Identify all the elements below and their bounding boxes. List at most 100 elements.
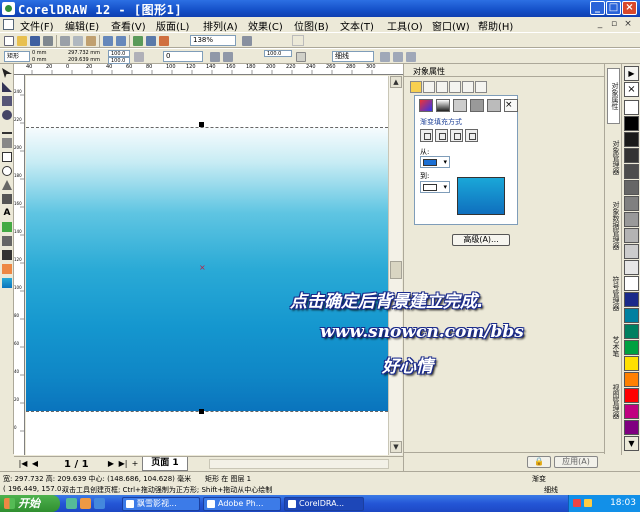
last-page-button[interactable]: ▶| bbox=[118, 459, 128, 469]
side-tab-object-data[interactable]: 对象数据管理器 bbox=[607, 190, 620, 260]
internet-tab-icon[interactable] bbox=[462, 81, 474, 93]
palette-swatch[interactable] bbox=[624, 308, 639, 323]
gradient-rectangle[interactable] bbox=[26, 128, 388, 411]
no-color-swatch[interactable]: × bbox=[624, 82, 639, 97]
maximize-button[interactable]: □ bbox=[606, 1, 621, 15]
palette-swatch[interactable] bbox=[624, 212, 639, 227]
side-tab-object-manager[interactable]: 对象管理器 bbox=[607, 128, 620, 186]
rotation-field[interactable]: 0 bbox=[163, 51, 203, 62]
palette-swatch[interactable] bbox=[624, 356, 639, 371]
scroll-up-button[interactable]: ▲ bbox=[390, 76, 402, 88]
quicklaunch-icon[interactable] bbox=[94, 498, 105, 509]
quicklaunch-icon[interactable] bbox=[66, 498, 77, 509]
conical-gradient-button[interactable] bbox=[450, 129, 463, 142]
palette-swatch[interactable] bbox=[624, 116, 639, 131]
save-icon[interactable] bbox=[30, 36, 40, 46]
height-field[interactable]: 209.639 mm bbox=[66, 57, 106, 64]
scroll-down-button[interactable]: ▼ bbox=[390, 441, 402, 453]
corner-field[interactable]: 100.0 bbox=[264, 50, 292, 57]
basic-shapes-tool-icon[interactable] bbox=[2, 194, 12, 204]
palette-swatch[interactable] bbox=[624, 372, 639, 387]
preset-field[interactable]: 矩形 bbox=[4, 51, 30, 62]
menu-tools[interactable]: 工具(O) bbox=[387, 18, 423, 33]
print-icon[interactable] bbox=[43, 36, 53, 46]
palette-swatch[interactable] bbox=[624, 228, 639, 243]
minimize-button[interactable]: _ bbox=[590, 1, 605, 15]
smart-fill-tool-icon[interactable] bbox=[2, 138, 12, 148]
palette-swatch[interactable] bbox=[624, 132, 639, 147]
side-tab-symbol-manager[interactable]: 符号管理器 bbox=[607, 264, 620, 322]
detail-tab-icon[interactable] bbox=[449, 81, 461, 93]
palette-swatch[interactable] bbox=[624, 148, 639, 163]
to-color-picker[interactable]: ▾ bbox=[420, 181, 450, 193]
palette-swatch[interactable] bbox=[624, 388, 639, 403]
palette-swatch[interactable] bbox=[624, 196, 639, 211]
menu-file[interactable]: 文件(F) bbox=[20, 18, 54, 33]
drawing-canvas[interactable]: × bbox=[26, 76, 388, 455]
doc-close-icon[interactable]: × bbox=[622, 19, 634, 30]
first-page-button[interactable]: |◀ bbox=[18, 459, 28, 469]
undo-icon[interactable] bbox=[103, 36, 113, 46]
open-icon[interactable] bbox=[17, 36, 27, 46]
scale-y-field[interactable]: 100.0 bbox=[108, 57, 130, 64]
new-icon[interactable] bbox=[4, 36, 14, 46]
apply-button[interactable]: 应用(A) bbox=[554, 456, 598, 468]
ellipse-tool-icon[interactable] bbox=[2, 166, 12, 176]
palette-swatch[interactable] bbox=[624, 244, 639, 259]
shape-tool-icon[interactable] bbox=[2, 82, 12, 92]
launcher-icon[interactable] bbox=[159, 36, 169, 46]
square-gradient-button[interactable] bbox=[465, 129, 478, 142]
palette-swatch[interactable] bbox=[624, 164, 639, 179]
round-corner-icon[interactable] bbox=[296, 52, 306, 62]
start-button[interactable]: 开始 bbox=[0, 495, 60, 512]
freehand-tool-icon[interactable] bbox=[2, 124, 12, 134]
page-tab-1[interactable]: 页面 1 bbox=[142, 457, 188, 471]
lock-icon[interactable]: 🔒 bbox=[527, 456, 551, 468]
fill-tab-icon[interactable] bbox=[410, 81, 422, 93]
to-front-icon[interactable] bbox=[393, 52, 403, 62]
palette-swatch[interactable] bbox=[624, 276, 639, 291]
coreldraw-app-icon[interactable] bbox=[2, 2, 15, 15]
general-tab-icon[interactable] bbox=[436, 81, 448, 93]
palette-swatch[interactable] bbox=[624, 324, 639, 339]
summary-tab-icon[interactable] bbox=[475, 81, 487, 93]
import-icon[interactable] bbox=[133, 36, 143, 46]
menu-window[interactable]: 窗口(W) bbox=[432, 18, 470, 33]
texture-fill-icon[interactable] bbox=[470, 99, 484, 112]
menu-help[interactable]: 帮助(H) bbox=[478, 18, 513, 33]
selection-handle-top[interactable] bbox=[199, 122, 204, 127]
menu-bitmaps[interactable]: 位图(B) bbox=[294, 18, 329, 33]
scroll-thumb[interactable] bbox=[390, 261, 402, 279]
palette-swatch[interactable] bbox=[624, 340, 639, 355]
crop-tool-icon[interactable] bbox=[2, 96, 12, 106]
prev-page-button[interactable]: ◀ bbox=[30, 459, 40, 469]
vertical-ruler[interactable]: 240 220 200 180 160 140 120 100 80 60 40… bbox=[14, 75, 25, 455]
copy-icon[interactable] bbox=[73, 36, 83, 46]
palette-swatch[interactable] bbox=[624, 260, 639, 275]
side-tab-object-properties[interactable]: 对象属性 bbox=[607, 68, 620, 124]
text-tool-icon[interactable]: A bbox=[2, 208, 12, 218]
palette-swatch[interactable] bbox=[624, 100, 639, 115]
close-button[interactable]: × bbox=[622, 1, 637, 15]
menu-arrange[interactable]: 排列(A) bbox=[203, 18, 238, 33]
uniform-fill-icon[interactable] bbox=[419, 99, 433, 112]
zoom-tool-icon[interactable] bbox=[2, 110, 12, 120]
y-field[interactable]: 0 mm bbox=[30, 57, 62, 64]
palette-swatch[interactable] bbox=[624, 404, 639, 419]
scale-x-field[interactable]: 100.0 bbox=[108, 50, 130, 57]
mirror-v-icon[interactable] bbox=[223, 52, 233, 62]
taskbar-item[interactable]: 飘雪影视... bbox=[122, 497, 200, 511]
next-page-button[interactable]: ▶ bbox=[106, 459, 116, 469]
menu-view[interactable]: 查看(V) bbox=[111, 18, 146, 33]
outline-tool-icon[interactable] bbox=[2, 250, 12, 260]
taskbar-item-active[interactable]: CorelDRA... bbox=[284, 497, 364, 511]
horizontal-ruler[interactable]: 40 20 0 20 40 60 80 100 120 140 160 180 … bbox=[14, 64, 403, 75]
quicklaunch-icon[interactable] bbox=[80, 498, 91, 509]
redo-icon[interactable] bbox=[116, 36, 126, 46]
wrap-text-icon[interactable] bbox=[380, 52, 390, 62]
palette-swatch[interactable] bbox=[624, 292, 639, 307]
menu-text[interactable]: 文本(T) bbox=[340, 18, 374, 33]
width-field[interactable]: 297.732 mm bbox=[66, 50, 106, 57]
postscript-fill-icon[interactable] bbox=[487, 99, 501, 112]
fountain-fill-icon[interactable] bbox=[436, 99, 450, 112]
